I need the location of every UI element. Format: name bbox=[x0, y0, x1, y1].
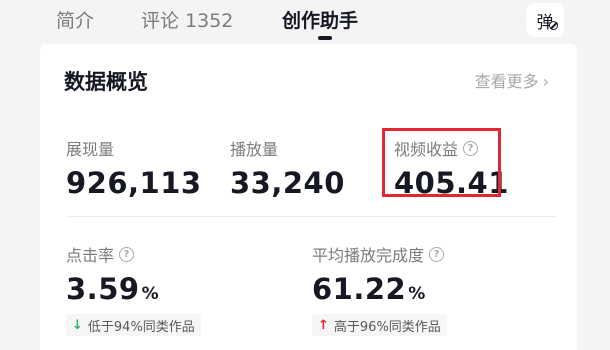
metric-value: 926,113 bbox=[66, 166, 202, 200]
tab-comments[interactable]: 评论 1352 bbox=[141, 6, 233, 33]
tab-intro[interactable]: 简介 bbox=[56, 6, 94, 33]
metric-label: 展现量 bbox=[66, 140, 115, 159]
metric-value: 33,240 bbox=[230, 166, 345, 200]
metric-label: 播放量 bbox=[230, 140, 279, 159]
metric-label: 点击率 bbox=[66, 246, 115, 265]
tab-bar: 简介 评论 1352 创作助手 弹 bbox=[0, 0, 610, 44]
data-overview-card: 数据概览 查看更多 › 展现量 926,113 播放量 33,240 视频收益 ?… bbox=[40, 44, 577, 350]
revenue-highlight-box bbox=[382, 128, 501, 197]
see-more-label: 查看更多 bbox=[474, 72, 539, 91]
arrow-down-icon: ↓ bbox=[72, 317, 83, 333]
compare-badge: ↓ 低于94%同类作品 bbox=[66, 314, 201, 336]
tab-creator-assistant[interactable]: 创作助手 bbox=[282, 6, 358, 33]
metric-unit: % bbox=[408, 284, 426, 304]
metric-label: 平均播放完成度 bbox=[312, 246, 425, 265]
creator-assistant-page: 简介 评论 1352 创作助手 弹 数据概览 查看更多 › 展现量 926,113… bbox=[0, 0, 610, 350]
compare-badge: ↑ 高于96%同类作品 bbox=[312, 314, 447, 336]
info-icon[interactable]: ? bbox=[429, 246, 445, 262]
metric-label-row: 点击率 ? bbox=[66, 242, 201, 266]
metric-exposure: 展现量 926,113 bbox=[66, 136, 202, 200]
metric-click-rate: 点击率 ? 3.59% ↓ 低于94%同类作品 bbox=[66, 242, 201, 336]
metric-value: 61.22 bbox=[312, 272, 407, 306]
divider bbox=[66, 216, 556, 217]
compare-text: 高于96%同类作品 bbox=[333, 319, 441, 335]
chevron-right-icon: › bbox=[542, 72, 549, 91]
compare-text: 低于94%同类作品 bbox=[87, 319, 195, 335]
info-icon[interactable]: ? bbox=[119, 246, 135, 262]
see-more-link[interactable]: 查看更多 › bbox=[475, 68, 549, 92]
metric-plays: 播放量 33,240 bbox=[230, 136, 345, 200]
card-title: 数据概览 bbox=[64, 70, 148, 94]
arrow-up-icon: ↑ bbox=[318, 317, 329, 333]
metric-value: 3.59 bbox=[66, 272, 140, 306]
metric-value-row: 61.22% bbox=[312, 272, 447, 306]
metric-value-row: 3.59% bbox=[66, 272, 201, 306]
danmaku-toggle-button[interactable]: 弹 bbox=[526, 3, 564, 37]
metric-avg-completion: 平均播放完成度 ? 61.22% ↑ 高于96%同类作品 bbox=[312, 242, 447, 336]
active-tab-indicator bbox=[318, 36, 332, 40]
metric-label-row: 平均播放完成度 ? bbox=[312, 242, 447, 266]
danmaku-off-icon bbox=[549, 21, 558, 30]
metric-unit: % bbox=[141, 284, 160, 304]
